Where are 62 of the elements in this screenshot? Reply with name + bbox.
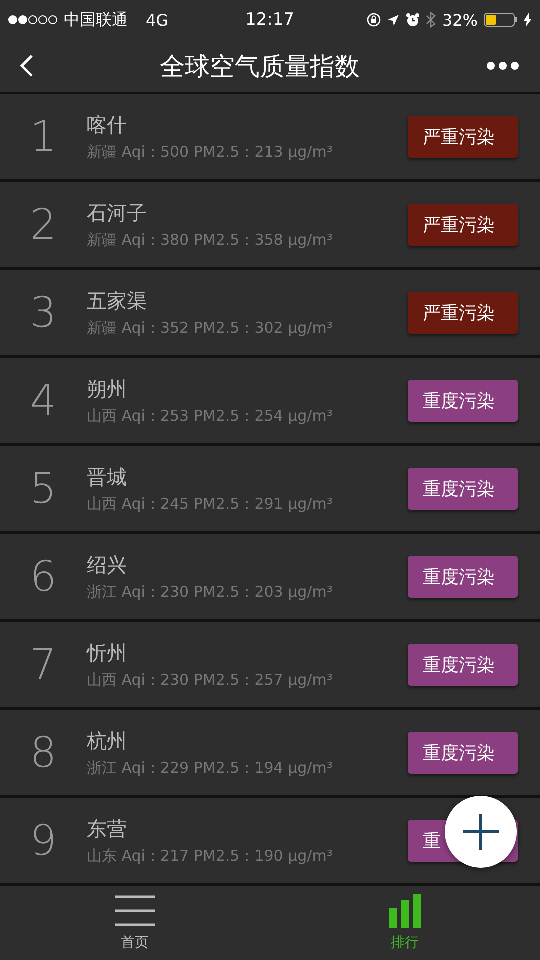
add-button[interactable] xyxy=(445,796,517,868)
city-name: 石河子 xyxy=(87,200,148,226)
city-name: 东营 xyxy=(87,816,128,842)
page-title: 全球空气质量指数 xyxy=(160,50,360,82)
pollution-tag: 严重污染 xyxy=(408,292,518,334)
city-name: 杭州 xyxy=(87,728,128,754)
city-details: 浙江 Aqi：230 PM2.5：203 μg/m³ xyxy=(87,582,334,602)
rank-number: 1 xyxy=(29,112,58,161)
city-details: 新疆 Aqi：352 PM2.5：302 μg/m³ xyxy=(87,318,334,338)
city-details: 浙江 Aqi：229 PM2.5：194 μg/m³ xyxy=(87,758,334,778)
plus-icon xyxy=(463,814,499,850)
city-row[interactable]: 8 杭州 浙江 Aqi：229 PM2.5：194 μg/m³ 重度污染 xyxy=(0,710,540,798)
rank-number: 3 xyxy=(29,288,58,337)
menu-icon xyxy=(113,894,157,928)
rank-number: 5 xyxy=(29,464,58,513)
rank-number: 6 xyxy=(29,552,58,601)
city-name: 忻州 xyxy=(87,640,128,666)
city-name: 朔州 xyxy=(87,376,128,402)
charging-icon xyxy=(524,13,532,27)
city-name: 绍兴 xyxy=(87,552,128,578)
more-icon xyxy=(486,61,520,71)
rank-number: 4 xyxy=(29,376,58,425)
city-name: 五家渠 xyxy=(87,288,148,314)
city-row[interactable]: 1 喀什 新疆 Aqi：500 PM2.5：213 μg/m³ 严重污染 xyxy=(0,94,540,182)
city-name: 喀什 xyxy=(87,112,128,138)
pollution-tag: 重度污染 xyxy=(408,380,518,422)
rank-number: 9 xyxy=(29,816,58,865)
pollution-tag: 重度污染 xyxy=(408,644,518,686)
carrier-name: 中国联通 xyxy=(64,10,128,30)
rotation-lock-icon xyxy=(367,13,382,27)
rank-number: 2 xyxy=(29,200,58,249)
back-icon xyxy=(20,54,34,78)
pollution-tag: 重度污染 xyxy=(408,468,518,510)
rank-number: 7 xyxy=(29,640,58,689)
city-details: 新疆 Aqi：380 PM2.5：358 μg/m³ xyxy=(87,230,334,250)
city-details: 山西 Aqi：245 PM2.5：291 μg/m³ xyxy=(87,494,334,514)
city-details: 山东 Aqi：217 PM2.5：190 μg/m³ xyxy=(87,846,334,866)
signal-icon xyxy=(8,15,58,25)
battery-percent: 32% xyxy=(442,10,478,30)
network-type: 4G xyxy=(146,10,169,30)
city-row[interactable]: 6 绍兴 浙江 Aqi：230 PM2.5：203 μg/m³ 重度污染 xyxy=(0,534,540,622)
city-row[interactable]: 3 五家渠 新疆 Aqi：352 PM2.5：302 μg/m³ 严重污染 xyxy=(0,270,540,358)
city-row[interactable]: 7 忻州 山西 Aqi：230 PM2.5：257 μg/m³ 重度污染 xyxy=(0,622,540,710)
pollution-tag: 重度污染 xyxy=(408,732,518,774)
rank-number: 8 xyxy=(29,728,58,777)
alarm-icon xyxy=(406,13,420,27)
battery-icon xyxy=(484,13,518,27)
tab-item[interactable]: 排行 xyxy=(270,886,540,960)
bluetooth-icon xyxy=(426,12,436,28)
city-name: 晋城 xyxy=(87,464,128,490)
city-row[interactable]: 4 朔州 山西 Aqi：253 PM2.5：254 μg/m³ 重度污染 xyxy=(0,358,540,446)
city-details: 新疆 Aqi：500 PM2.5：213 μg/m³ xyxy=(87,142,334,162)
tab-item[interactable]: 首页 xyxy=(0,886,270,960)
city-row[interactable]: 5 晋城 山西 Aqi：245 PM2.5：291 μg/m³ 重度污染 xyxy=(0,446,540,534)
city-details: 山西 Aqi：253 PM2.5：254 μg/m³ xyxy=(87,406,334,426)
city-details: 山西 Aqi：230 PM2.5：257 μg/m³ xyxy=(87,670,334,690)
pollution-tag: 严重污染 xyxy=(408,116,518,158)
city-row[interactable]: 2 石河子 新疆 Aqi：380 PM2.5：358 μg/m³ 严重污染 xyxy=(0,182,540,270)
pollution-tag: 重度污染 xyxy=(408,556,518,598)
location-icon xyxy=(387,14,400,26)
pollution-tag: 严重污染 xyxy=(408,204,518,246)
clock-time: 12:17 xyxy=(246,10,294,30)
